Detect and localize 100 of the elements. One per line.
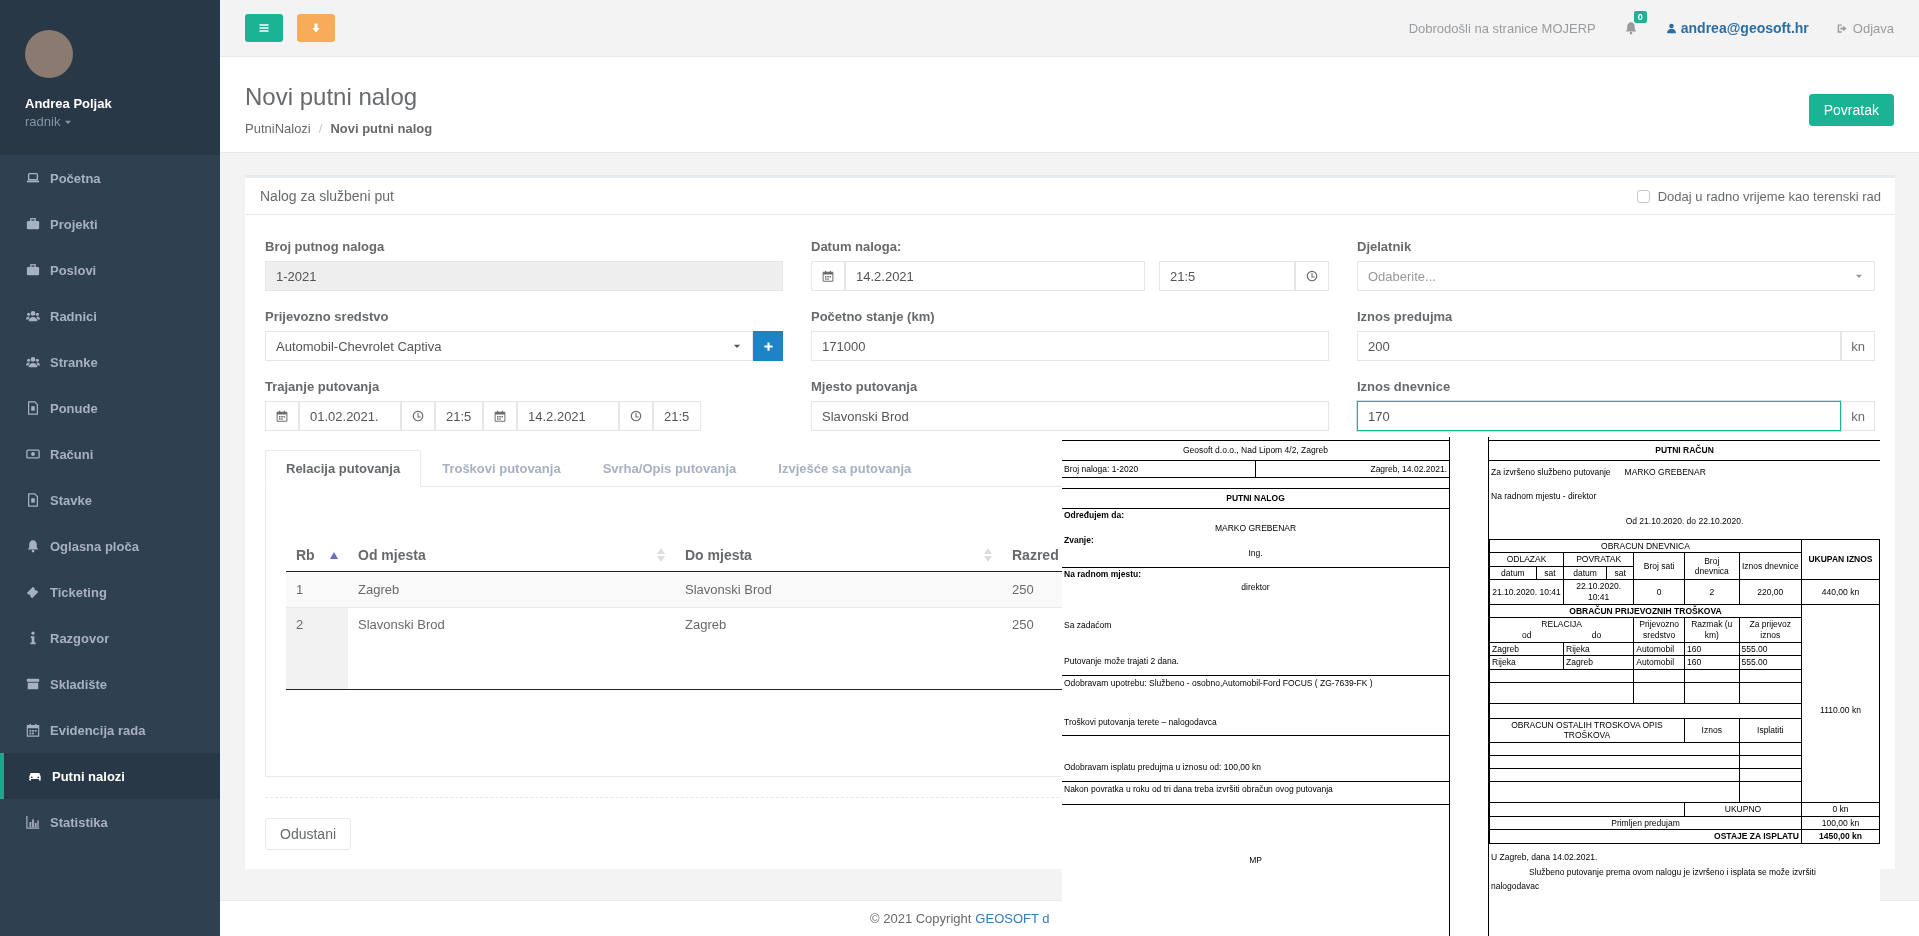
sidebar-item[interactable]: Projekti bbox=[0, 201, 220, 247]
document-text: MARKO GREBENAR bbox=[1213, 521, 1298, 535]
document-cell: Automobil bbox=[1633, 642, 1685, 656]
tab[interactable]: Relacija putovanja bbox=[265, 450, 422, 487]
card-title: Nalog za službeni put bbox=[260, 188, 395, 204]
checkbox[interactable] bbox=[1636, 189, 1650, 203]
field-label: Djelatnik bbox=[1357, 239, 1413, 254]
sidebar-item[interactable]: Ponude bbox=[0, 385, 220, 431]
sidebar-item[interactable]: Ticketing bbox=[0, 569, 220, 615]
cancel-button[interactable]: Odustani bbox=[265, 818, 352, 850]
document-cell: Rijeka bbox=[1489, 655, 1564, 670]
logout-link[interactable]: Odjava bbox=[1836, 20, 1894, 36]
back-button[interactable]: Povratak bbox=[1808, 93, 1894, 126]
field-label: Mjesto putovanja bbox=[811, 379, 919, 394]
sidebar-item[interactable]: Početna bbox=[0, 155, 220, 201]
text-field[interactable]: 14.2.2021 bbox=[517, 401, 619, 431]
sidebar-item[interactable]: Poslovi bbox=[0, 247, 220, 293]
calendar-icon bbox=[494, 410, 506, 422]
document-text: Odobravam upotrebu: Službeno - osobno,Automobil-Ford FOCUS ( ZG-7639-FK ) bbox=[1063, 676, 1374, 690]
text-field[interactable]: Slavonski Brod bbox=[811, 401, 1329, 431]
menu-button[interactable] bbox=[245, 14, 283, 42]
text-field[interactable]: 170 bbox=[1357, 401, 1841, 431]
document-cell: Isplatiti bbox=[1739, 718, 1802, 743]
document-text: U Zagreb, dana 14.02.2021. bbox=[1490, 850, 1599, 863]
download-button[interactable] bbox=[297, 14, 335, 42]
breadcrumb-item[interactable]: PutniNalozi bbox=[245, 121, 311, 136]
sidebar-item[interactable]: Putni nalozi bbox=[0, 753, 220, 799]
text-field[interactable]: 21:5 bbox=[653, 401, 701, 431]
field-label: Broj putnog naloga bbox=[265, 239, 386, 254]
document-cell: OBRAČUN PRIJEVOZNIH TROŠKOVA bbox=[1489, 604, 1802, 618]
laptop-icon bbox=[26, 171, 40, 185]
company-link[interactable]: GEOSOFT d bbox=[975, 911, 1050, 926]
text-field[interactable]: 171000 bbox=[811, 331, 1329, 361]
users-icon bbox=[26, 309, 40, 323]
clock-icon bbox=[630, 410, 642, 422]
column-header[interactable]: Od mjesta bbox=[358, 547, 426, 563]
plus-icon bbox=[762, 340, 774, 352]
welcome-text: Dobrodošli na stranice MOJERP bbox=[1408, 20, 1596, 36]
sidebar-item[interactable]: Radnici bbox=[0, 293, 220, 339]
document-text: Od 21.10.2020. do 22.10.2020. bbox=[1624, 514, 1745, 527]
text-field[interactable]: 21:5 bbox=[1159, 261, 1295, 291]
document-cell: Iznos bbox=[1684, 718, 1740, 743]
calendar-icon bbox=[276, 410, 288, 422]
select-field[interactable]: Automobil-Chevrolet Captiva bbox=[265, 331, 753, 361]
sidebar-item[interactable]: Računi bbox=[0, 431, 220, 477]
column-header[interactable]: Razred bbox=[1012, 547, 1059, 563]
select-field[interactable]: Odaberite... bbox=[1357, 261, 1875, 291]
document-icon bbox=[26, 493, 40, 507]
sidebar-item[interactable]: Statistika bbox=[0, 799, 220, 845]
stamp-text: MP bbox=[1248, 855, 1263, 866]
document-text: direktor bbox=[1240, 581, 1271, 594]
text-field[interactable]: 200 bbox=[1357, 331, 1841, 361]
document-cell: Zagreb bbox=[1563, 655, 1634, 670]
sidebar-item[interactable]: Skladište bbox=[0, 661, 220, 707]
sidebar-item[interactable]: Oglasna ploča bbox=[0, 523, 220, 569]
sidebar-item[interactable]: Razgovor bbox=[0, 615, 220, 661]
document-text: Zagreb, 14.02.2021. bbox=[1255, 460, 1449, 478]
document-text: Službeno putovanje prema ovom nalogu je izvršeno i isplata se može izvršiti bbox=[1528, 865, 1817, 878]
user-icon bbox=[1665, 22, 1677, 34]
table-cell: Zagreb bbox=[675, 607, 1002, 690]
users-icon bbox=[26, 355, 40, 369]
user-link[interactable]: andrea@geosoft.hr bbox=[1665, 20, 1809, 36]
role-dropdown[interactable]: radnik bbox=[25, 114, 74, 129]
document-cell: RELACIJA od do bbox=[1489, 617, 1634, 642]
table-cell: Zagreb bbox=[348, 571, 675, 608]
field-label: Iznos predujma bbox=[1357, 309, 1454, 324]
bar-chart-icon bbox=[26, 815, 40, 829]
briefcase-icon bbox=[26, 263, 40, 277]
text-field[interactable]: 14.2.2021 bbox=[845, 261, 1145, 291]
text-field[interactable]: 21:5 bbox=[435, 401, 483, 431]
document-text: Na radnom mjestu - direktor bbox=[1490, 490, 1598, 502]
document-icon bbox=[26, 401, 40, 415]
document-cell: 0 kn bbox=[1801, 802, 1880, 817]
unit-label: kn bbox=[1841, 401, 1875, 431]
sidebar-item[interactable]: Stavke bbox=[0, 477, 220, 523]
column-header[interactable]: Do mjesta bbox=[685, 547, 752, 563]
breadcrumb-item: Novi putni nalog bbox=[330, 121, 433, 136]
bell-icon bbox=[1623, 21, 1638, 35]
document-cell: datum bbox=[1563, 566, 1607, 580]
field-label: Iznos dnevnice bbox=[1357, 379, 1452, 394]
sidebar-item[interactable]: Stranke bbox=[0, 339, 220, 385]
text-field[interactable]: 01.02.2021. bbox=[299, 401, 401, 431]
copyright-text: © 2021 Copyright bbox=[870, 911, 972, 926]
document-cell: 0 bbox=[1633, 579, 1685, 605]
document-text: Za izvršeno službeno putovanje bbox=[1491, 466, 1611, 478]
document-cell: 220,00 bbox=[1739, 579, 1802, 605]
document-cell: OBRACUN OSTALIH TROSKOVA OPIS TROŠKOVA bbox=[1489, 718, 1685, 743]
document-cell: 160 bbox=[1684, 655, 1740, 670]
table-cell: 2 bbox=[286, 607, 348, 690]
document-cell: Zagreb bbox=[1489, 642, 1564, 656]
document-cell: Rijeka bbox=[1563, 642, 1634, 656]
field-label: Prijevozno sredstvo bbox=[265, 309, 390, 324]
document-text: Na radnom mjestu: bbox=[1063, 568, 1142, 581]
document-text: Ing. bbox=[1247, 546, 1264, 560]
add-button[interactable] bbox=[753, 331, 783, 361]
sidebar-item[interactable]: Evidencija rada bbox=[0, 707, 220, 753]
column-header[interactable]: Rb bbox=[296, 547, 315, 563]
logout-icon bbox=[1836, 22, 1848, 34]
field-label: Početno stanje (km) bbox=[811, 309, 936, 324]
clock-icon bbox=[412, 410, 424, 422]
